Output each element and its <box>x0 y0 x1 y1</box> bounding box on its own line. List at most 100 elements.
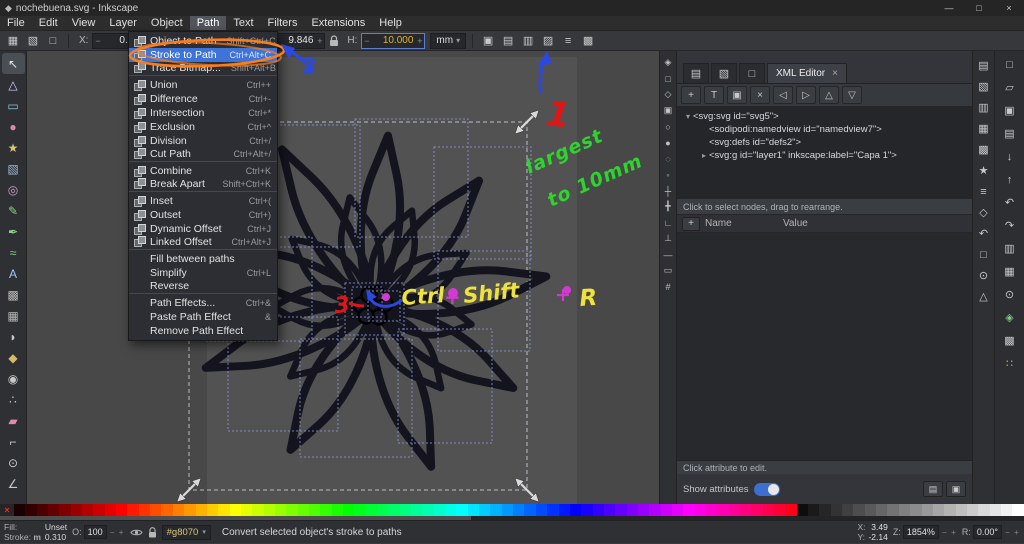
color-swatch[interactable] <box>150 504 161 516</box>
layer-lock-icon[interactable] <box>148 527 157 538</box>
menu-item[interactable]: Cut Path Ctrl+Alt+/ <box>129 148 277 162</box>
menu-item[interactable]: Paste Path Effect & <box>129 310 277 324</box>
color-swatch[interactable] <box>366 504 377 516</box>
zoom-page-icon[interactable]: ⊙ <box>1001 286 1019 303</box>
menubar-item[interactable]: Extensions <box>304 16 372 30</box>
duplicate-node-icon[interactable]: ▣ <box>727 86 747 104</box>
export-icon[interactable]: ↑ <box>1001 171 1019 188</box>
calligraphy-tool[interactable]: ≈ <box>2 242 25 263</box>
snap-smooth-nodes-icon[interactable]: ┼ <box>661 183 676 198</box>
menu-item[interactable]: Path Effects... Ctrl+& <box>129 296 277 310</box>
swatches-dialog-icon[interactable]: ▩ <box>975 141 993 158</box>
scale-corners-toggle-icon[interactable]: ▤ <box>499 32 517 49</box>
color-swatch[interactable] <box>570 504 581 516</box>
snap-rotation-centers-icon[interactable]: ⊥ <box>661 231 676 246</box>
color-swatch[interactable] <box>468 504 479 516</box>
select-all-layers-icon[interactable]: ▧ <box>24 32 42 49</box>
transform-dialog-icon[interactable]: ◇ <box>975 204 993 221</box>
current-layer-dropdown[interactable]: #g8070 ▾ <box>162 525 211 540</box>
menu-item[interactable]: Difference Ctrl+- <box>129 92 277 106</box>
color-swatch[interactable] <box>161 504 172 516</box>
menu-item[interactable]: Linked Offset Ctrl+Alt+J <box>129 236 277 250</box>
color-swatch[interactable] <box>196 504 207 516</box>
color-swatch[interactable] <box>59 504 70 516</box>
undo-history-dialog-icon[interactable]: ↶ <box>975 225 993 242</box>
pen-tool[interactable]: ✒ <box>2 221 25 242</box>
menu-item[interactable]: Reverse <box>129 280 277 294</box>
color-swatch[interactable] <box>695 504 706 516</box>
color-swatch[interactable] <box>717 504 728 516</box>
color-swatch[interactable] <box>105 504 116 516</box>
color-swatch[interactable] <box>298 504 309 516</box>
color-swatch[interactable] <box>899 504 910 516</box>
color-swatch[interactable] <box>649 504 660 516</box>
color-swatch[interactable] <box>763 504 774 516</box>
color-swatch[interactable] <box>422 504 433 516</box>
menubar-item[interactable]: Filters <box>261 16 305 30</box>
color-swatch[interactable] <box>706 504 717 516</box>
menu-item[interactable]: Trace Bitmap... Shift+Alt+B <box>129 62 277 76</box>
select-all-icon[interactable]: ▦ <box>4 32 22 49</box>
menu-item[interactable]: Dynamic Offset Ctrl+J <box>129 222 277 236</box>
symbols-dialog-icon[interactable]: ★ <box>975 162 993 179</box>
color-swatch[interactable] <box>343 504 354 516</box>
mesh-gradient-tool[interactable]: ▦ <box>2 305 25 326</box>
color-swatch[interactable] <box>218 504 229 516</box>
color-swatch[interactable] <box>581 504 592 516</box>
color-swatch[interactable] <box>661 504 672 516</box>
redo-icon[interactable]: ↷ <box>1001 217 1019 234</box>
guides-toggle-icon[interactable]: ∷ <box>1001 355 1019 372</box>
menu-item[interactable]: Outset Ctrl+) <box>129 208 277 222</box>
xml-tree-node[interactable]: <svg:defs id="defs2"> <box>677 136 972 149</box>
color-swatch[interactable] <box>490 504 501 516</box>
zoom-tool[interactable]: ⊙ <box>2 452 25 473</box>
measure-tool[interactable]: ∠ <box>2 473 25 494</box>
palette-scrollbar[interactable] <box>0 516 1024 520</box>
xml-tree-node[interactable]: ▾<svg:svg id="svg5"> <box>677 110 972 123</box>
snap-toggle-icon[interactable]: ◈ <box>1001 309 1019 326</box>
snap-controls-icon[interactable]: ≡ <box>559 32 577 49</box>
close-tab-icon[interactable]: × <box>832 68 838 79</box>
snap-midpoints-icon[interactable]: ╋ <box>661 199 676 214</box>
color-swatch[interactable] <box>139 504 150 516</box>
enable-snapping-icon[interactable]: ◈ <box>661 55 676 70</box>
no-color-swatch[interactable]: × <box>0 504 14 516</box>
menu-item[interactable]: Combine Ctrl+K <box>129 164 277 178</box>
snap-bbox-corners-icon[interactable]: ▣ <box>661 103 676 118</box>
zoom-value[interactable]: 1854% <box>903 525 939 539</box>
color-swatch[interactable] <box>729 504 740 516</box>
new-text-node-icon[interactable]: T <box>704 86 724 104</box>
color-swatch[interactable] <box>638 504 649 516</box>
color-swatch[interactable] <box>933 504 944 516</box>
color-swatch[interactable] <box>524 504 535 516</box>
panel-layout-button[interactable]: ▤ <box>923 481 943 497</box>
rotation-value[interactable]: 0.00° <box>973 525 1002 539</box>
menu-item[interactable]: Fill between paths <box>129 252 277 266</box>
spiral-tool[interactable]: ◎ <box>2 179 25 200</box>
snap-bounding-box-icon[interactable]: □ <box>661 71 676 86</box>
color-swatch[interactable] <box>320 504 331 516</box>
color-swatch[interactable] <box>808 504 819 516</box>
color-swatch[interactable] <box>876 504 887 516</box>
unit-dropdown[interactable]: mm▾ <box>430 33 466 49</box>
fill-stroke-dialog-tab[interactable]: ▧ <box>711 63 737 83</box>
color-swatch[interactable] <box>173 504 184 516</box>
deselect-icon[interactable]: □ <box>44 32 62 49</box>
selector-tool[interactable]: ↖ <box>2 53 25 74</box>
palette-scrollbar-thumb[interactable] <box>0 516 471 520</box>
color-swatch[interactable] <box>241 504 252 516</box>
color-swatch[interactable] <box>785 504 796 516</box>
color-swatch[interactable] <box>672 504 683 516</box>
layer-visibility-icon[interactable] <box>130 528 143 537</box>
color-swatch[interactable] <box>127 504 138 516</box>
paint-bucket-tool[interactable]: ◆ <box>2 347 25 368</box>
color-swatch[interactable] <box>184 504 195 516</box>
xml-editor-dialog-icon[interactable]: ▤ <box>975 57 993 74</box>
color-swatch[interactable] <box>922 504 933 516</box>
color-swatch[interactable] <box>388 504 399 516</box>
color-swatch[interactable] <box>831 504 842 516</box>
color-swatch[interactable] <box>456 504 467 516</box>
expander-icon[interactable]: ▸ <box>699 149 709 162</box>
opacity-control[interactable]: O: 100 −+ <box>72 525 125 539</box>
color-swatch[interactable] <box>797 504 808 516</box>
